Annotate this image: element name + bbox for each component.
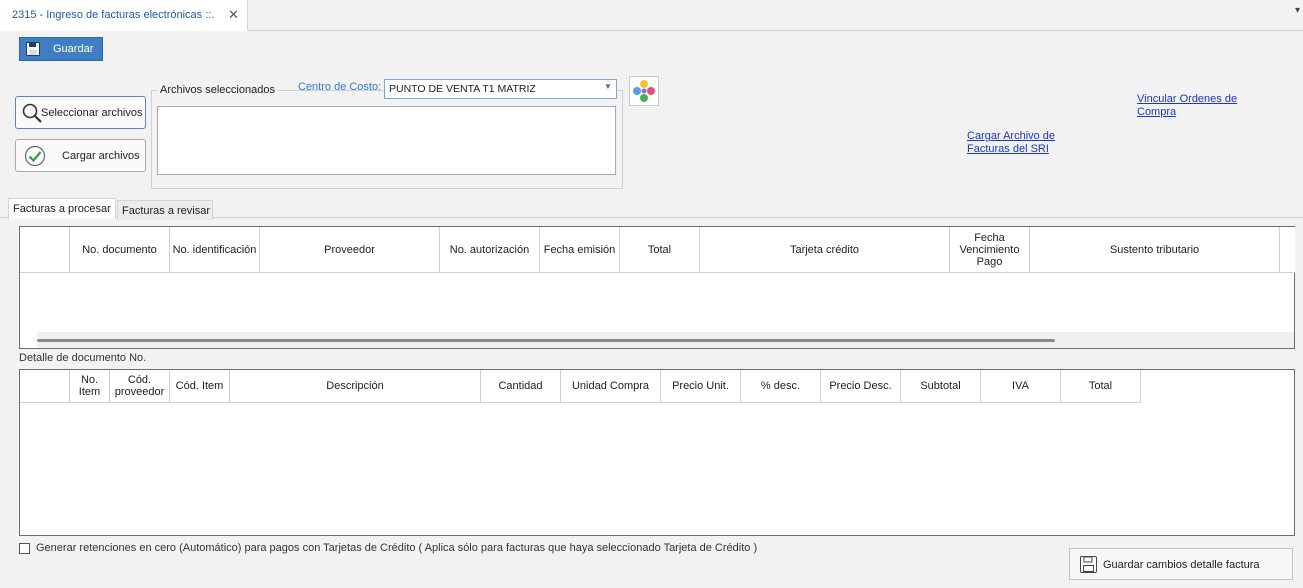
selected-files-list[interactable] [157, 106, 616, 175]
load-sri-link-line1: Cargar Archivo de [967, 130, 1056, 142]
load-sri-file-link[interactable]: Cargar Archivo de Facturas del SRI [967, 130, 1067, 156]
magnifier-icon [22, 103, 42, 123]
save-button-label: Guardar [53, 43, 94, 55]
grid-header-cell[interactable]: No. identificación [170, 227, 260, 272]
invoices-grid[interactable]: No. documento No. identificación Proveed… [19, 226, 1295, 349]
select-files-label: Seleccionar archivos [41, 107, 143, 119]
detail-grid[interactable]: No. Item Cód. proveedor Cód. Item Descri… [19, 369, 1295, 536]
cost-center-label: Centro de Costo: [298, 81, 382, 93]
grid-header-cell[interactable]: Subtotal [901, 370, 981, 402]
floppy-disk-icon [26, 42, 40, 56]
grid-header-cell[interactable]: Total [620, 227, 700, 272]
grid-header-cell[interactable]: No. autorización [440, 227, 540, 272]
document-tab-title: 2315 - Ingreso de facturas electrónicas … [12, 9, 215, 21]
link-orders-line2: Compra [1137, 106, 1177, 118]
grid-header-cell[interactable]: No. documento [70, 227, 170, 272]
invoices-grid-header: No. documento No. identificación Proveed… [20, 227, 1295, 273]
save-button[interactable]: Guardar [19, 37, 103, 61]
cost-center-value: PUNTO DE VENTA T1 MATRIZ [389, 83, 536, 95]
grid-header-cell[interactable]: Descripción [230, 370, 481, 402]
grid-header-cell[interactable]: Unidad Compra [561, 370, 661, 402]
grid-header-cell[interactable]: % desc. [741, 370, 821, 402]
chevron-down-icon[interactable]: ▼ [604, 82, 612, 91]
palette-dots-icon [633, 80, 655, 102]
grid-header-cell [1280, 227, 1295, 272]
link-orders-line1: Vincular Ordenes de [1137, 93, 1238, 105]
zero-retention-label: Generar retenciones en cero (Automático)… [36, 542, 758, 554]
close-icon[interactable]: ✕ [228, 7, 239, 23]
detail-grid-header: No. Item Cód. proveedor Cód. Item Descri… [20, 370, 1141, 403]
grid-header-cell[interactable]: Fecha Vencimiento Pago [950, 227, 1030, 272]
grid-header-cell[interactable]: Sustento tributario [1030, 227, 1280, 272]
grid-header-cell[interactable]: Precio Desc. [821, 370, 901, 402]
link-purchase-orders-link[interactable]: Vincular Ordenes de Compra [1137, 93, 1247, 119]
grid-header-cell[interactable]: Tarjeta crédito [700, 227, 950, 272]
grid-header-cell[interactable] [20, 370, 70, 402]
color-palette-button[interactable] [629, 76, 659, 106]
tab-menu-chevron-icon[interactable]: ▾ [1295, 5, 1300, 16]
select-files-button[interactable]: Seleccionar archivos [15, 96, 146, 129]
grid-header-cell[interactable]: Proveedor [260, 227, 440, 272]
detail-document-label: Detalle de documento No. [19, 352, 147, 364]
grid-header-cell[interactable]: Precio Unit. [661, 370, 741, 402]
selected-files-title: Archivos seleccionados [157, 84, 278, 96]
tab-facturas-a-revisar[interactable]: Facturas a revisar [117, 200, 213, 220]
grid-header-cell[interactable]: Cód. proveedor [110, 370, 170, 402]
grid-header-cell[interactable] [20, 227, 70, 272]
document-tab[interactable]: 2315 - Ingreso de facturas electrónicas … [0, 0, 248, 31]
grid-header-cell[interactable]: Cantidad [481, 370, 561, 402]
grid-header-cell[interactable]: No. Item [70, 370, 110, 402]
floppy-disk-icon [1080, 556, 1097, 573]
grid-header-cell[interactable]: Total [1061, 370, 1141, 402]
zero-retention-checkbox[interactable] [19, 543, 30, 554]
check-circle-icon [24, 145, 46, 167]
load-sri-link-line2: Facturas del SRI [967, 143, 1049, 155]
horizontal-scrollbar-thumb[interactable] [37, 339, 1055, 342]
grid-header-cell[interactable]: Fecha emisión [540, 227, 620, 272]
load-files-label: Cargar archivos [62, 150, 140, 162]
save-detail-changes-label: Guardar cambios detalle factura [1103, 559, 1260, 571]
load-files-button[interactable]: Cargar archivos [15, 139, 146, 172]
save-detail-changes-button[interactable]: Guardar cambios detalle factura [1069, 548, 1293, 580]
grid-header-cell[interactable]: Cód. Item [170, 370, 230, 402]
grid-header-cell[interactable]: IVA [981, 370, 1061, 402]
cost-center-select[interactable]: PUNTO DE VENTA T1 MATRIZ ▼ [384, 79, 617, 99]
tab-facturas-a-procesar[interactable]: Facturas a procesar [8, 198, 116, 219]
